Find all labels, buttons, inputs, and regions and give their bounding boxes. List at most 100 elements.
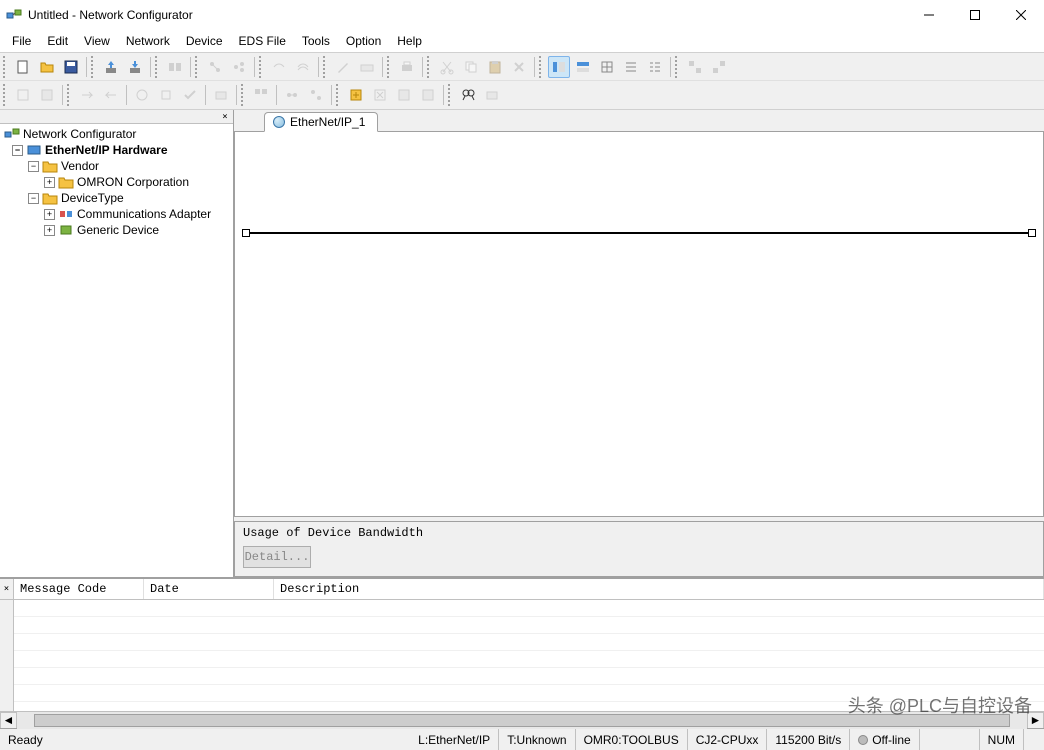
collapse-icon[interactable]: − — [28, 193, 39, 204]
menu-file[interactable]: File — [4, 32, 39, 50]
menu-device[interactable]: Device — [178, 32, 231, 50]
tool-button[interactable] — [708, 56, 730, 78]
grid-button[interactable] — [596, 56, 618, 78]
toolbar-grip[interactable] — [3, 84, 8, 106]
tool-button[interactable] — [281, 84, 303, 106]
eds-install-button[interactable] — [345, 84, 367, 106]
statusbar: Ready L:EtherNet/IP T:Unknown OMR0:TOOLB… — [0, 728, 1044, 750]
menu-help[interactable]: Help — [389, 32, 430, 50]
status-baud: 115200 Bit/s — [767, 729, 850, 750]
tool-button[interactable] — [131, 84, 153, 106]
toolbar-grip[interactable] — [387, 56, 392, 78]
tree-close-button[interactable]: × — [219, 111, 231, 123]
tool-button[interactable] — [268, 56, 290, 78]
tool-button[interactable] — [417, 84, 439, 106]
col-date[interactable]: Date — [144, 579, 274, 599]
detail-button[interactable] — [644, 56, 666, 78]
status-num: NUM — [980, 729, 1024, 750]
tool-button[interactable] — [356, 56, 378, 78]
tool-button[interactable] — [369, 84, 391, 106]
tool-button[interactable] — [481, 84, 503, 106]
network-canvas[interactable] — [234, 132, 1044, 517]
message-pane: × Message Code Date Description ◄ ► — [0, 578, 1044, 728]
status-type: T:Unknown — [499, 729, 575, 750]
tool-button[interactable] — [305, 84, 327, 106]
folder-icon — [58, 175, 74, 189]
status-mode: Off-line — [850, 729, 919, 750]
tool-button[interactable] — [155, 84, 177, 106]
toolbar-grip[interactable] — [427, 56, 432, 78]
message-close-button[interactable]: × — [0, 579, 14, 600]
toolbar-grip[interactable] — [323, 56, 328, 78]
menu-network[interactable]: Network — [118, 32, 178, 50]
menu-view[interactable]: View — [76, 32, 118, 50]
toolbar-grip[interactable] — [259, 56, 264, 78]
close-button[interactable] — [998, 0, 1044, 30]
horizontal-scrollbar[interactable]: ◄ ► — [0, 711, 1044, 728]
toolbar-grip[interactable] — [241, 84, 246, 106]
collapse-icon[interactable]: − — [28, 161, 39, 172]
toolbar-grip[interactable] — [539, 56, 544, 78]
new-button[interactable] — [12, 56, 34, 78]
toolbar-grip[interactable] — [3, 56, 8, 78]
toolbar-grip[interactable] — [195, 56, 200, 78]
tool-button[interactable] — [292, 56, 314, 78]
menu-eds-file[interactable]: EDS File — [231, 32, 294, 50]
tool-button[interactable] — [36, 84, 58, 106]
folder-icon — [42, 159, 58, 173]
tool-button[interactable] — [164, 56, 186, 78]
expand-icon[interactable]: + — [44, 177, 55, 188]
tool-button[interactable] — [12, 84, 34, 106]
wizard-button[interactable] — [332, 56, 354, 78]
network-bus-line[interactable] — [243, 232, 1035, 234]
list-button[interactable] — [620, 56, 642, 78]
tool-button[interactable] — [204, 56, 226, 78]
menu-tools[interactable]: Tools — [294, 32, 338, 50]
col-message-code[interactable]: Message Code — [14, 579, 144, 599]
print-button[interactable] — [396, 56, 418, 78]
scroll-left-button[interactable]: ◄ — [0, 712, 17, 729]
tool-button[interactable] — [228, 56, 250, 78]
download-button[interactable] — [124, 56, 146, 78]
cut-button[interactable] — [436, 56, 458, 78]
tab-ethernet-ip-1[interactable]: EtherNet/IP_1 — [264, 112, 378, 132]
toolbar-grip[interactable] — [155, 56, 160, 78]
tool-button[interactable] — [210, 84, 232, 106]
collapse-icon[interactable]: − — [12, 145, 23, 156]
message-list[interactable] — [14, 600, 1044, 711]
tool-button[interactable] — [100, 84, 122, 106]
col-description[interactable]: Description — [274, 579, 1044, 599]
tool-button[interactable] — [250, 84, 272, 106]
toolbar-grip[interactable] — [448, 84, 453, 106]
tool-button[interactable] — [76, 84, 98, 106]
menu-option[interactable]: Option — [338, 32, 389, 50]
toolbar-grip[interactable] — [675, 56, 680, 78]
copy-button[interactable] — [460, 56, 482, 78]
status-link: L:EtherNet/IP — [410, 729, 499, 750]
toolbar-grip[interactable] — [91, 56, 96, 78]
scrollbar-thumb[interactable] — [34, 714, 1010, 727]
check-button[interactable] — [179, 84, 201, 106]
open-button[interactable] — [36, 56, 58, 78]
delete-button[interactable] — [508, 56, 530, 78]
message-gutter — [0, 600, 14, 711]
menu-edit[interactable]: Edit — [39, 32, 76, 50]
upload-button[interactable] — [100, 56, 122, 78]
toolbar-grip[interactable] — [336, 84, 341, 106]
toolbar-grip[interactable] — [67, 84, 72, 106]
tree-vendor-label: Vendor — [61, 159, 99, 173]
tool-button[interactable] — [393, 84, 415, 106]
paste-button[interactable] — [484, 56, 506, 78]
find-button[interactable] — [457, 84, 479, 106]
view-mode-1-button[interactable] — [548, 56, 570, 78]
expand-icon[interactable]: + — [44, 225, 55, 236]
save-button[interactable] — [60, 56, 82, 78]
expand-icon[interactable]: + — [44, 209, 55, 220]
view-mode-2-button[interactable] — [572, 56, 594, 78]
scroll-right-button[interactable]: ► — [1027, 712, 1044, 729]
tool-button[interactable] — [684, 56, 706, 78]
maximize-button[interactable] — [952, 0, 998, 30]
device-tree[interactable]: Network Configurator − EtherNet/IP Hardw… — [0, 124, 233, 577]
minimize-button[interactable] — [906, 0, 952, 30]
detail-button[interactable]: Detail... — [243, 546, 311, 568]
